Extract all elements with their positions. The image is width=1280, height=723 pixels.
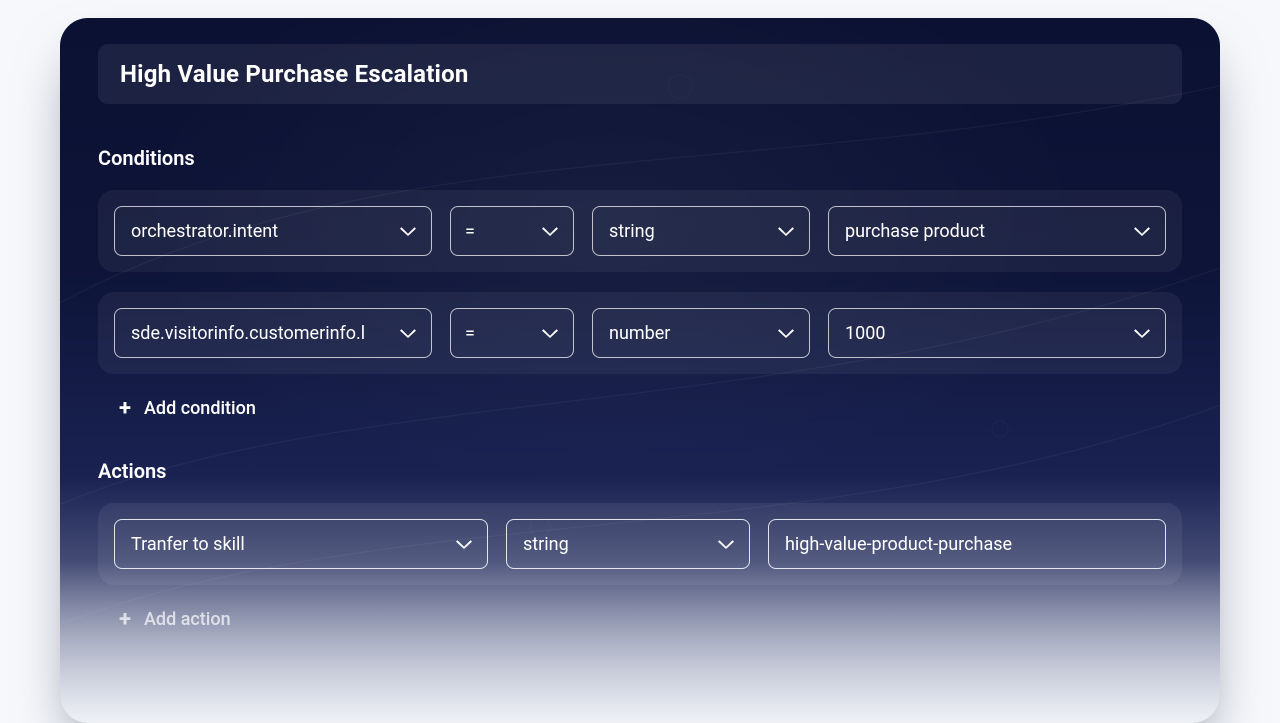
- condition-value-text: 1000: [845, 323, 1123, 344]
- chevron-down-icon: [541, 225, 559, 237]
- condition-value-select[interactable]: purchase product: [828, 206, 1166, 256]
- action-type-value: Tranfer to skill: [131, 534, 445, 555]
- condition-operator-select[interactable]: =: [450, 308, 574, 358]
- chevron-down-icon: [777, 225, 795, 237]
- condition-row: orchestrator.intent = string purchase pr…: [98, 190, 1182, 272]
- condition-value-text: purchase product: [845, 221, 1123, 242]
- add-condition-label: Add condition: [144, 398, 256, 419]
- condition-attribute-select[interactable]: sde.visitorinfo.customerinfo.l: [114, 308, 432, 358]
- condition-attribute-value: orchestrator.intent: [131, 221, 389, 242]
- chevron-down-icon: [541, 327, 559, 339]
- condition-type-value: string: [609, 221, 767, 242]
- rule-title-bar[interactable]: High Value Purchase Escalation: [98, 44, 1182, 104]
- chevron-down-icon: [1133, 225, 1151, 237]
- condition-operator-select[interactable]: =: [450, 206, 574, 256]
- chevron-down-icon: [455, 538, 473, 550]
- action-value-type: string: [523, 534, 707, 555]
- condition-attribute-value: sde.visitorinfo.customerinfo.l: [131, 323, 389, 344]
- add-action-label: Add action: [144, 609, 231, 630]
- action-type-select[interactable]: Tranfer to skill: [114, 519, 488, 569]
- condition-type-select[interactable]: string: [592, 206, 810, 256]
- plus-icon: +: [116, 400, 134, 418]
- condition-row: sde.visitorinfo.customerinfo.l = number …: [98, 292, 1182, 374]
- condition-operator-value: =: [465, 323, 531, 344]
- add-action-button[interactable]: + Add action: [98, 605, 1182, 630]
- actions-section-label: Actions: [98, 459, 1182, 483]
- condition-type-value: number: [609, 323, 767, 344]
- chevron-down-icon: [777, 327, 795, 339]
- condition-value-select[interactable]: 1000: [828, 308, 1166, 358]
- chevron-down-icon: [399, 225, 417, 237]
- condition-operator-value: =: [465, 221, 531, 242]
- action-value-type-select[interactable]: string: [506, 519, 750, 569]
- conditions-section-label: Conditions: [98, 146, 1182, 170]
- chevron-down-icon: [1133, 327, 1151, 339]
- plus-icon: +: [116, 611, 134, 629]
- action-value-text: high-value-product-purchase: [785, 534, 1149, 555]
- add-condition-button[interactable]: + Add condition: [98, 394, 1182, 419]
- rule-title: High Value Purchase Escalation: [120, 60, 1160, 88]
- rule-editor-panel: High Value Purchase Escalation Condition…: [60, 18, 1220, 723]
- condition-type-select[interactable]: number: [592, 308, 810, 358]
- chevron-down-icon: [399, 327, 417, 339]
- chevron-down-icon: [717, 538, 735, 550]
- actions-section: Actions Tranfer to skill string high-val…: [98, 459, 1182, 630]
- condition-attribute-select[interactable]: orchestrator.intent: [114, 206, 432, 256]
- action-row: Tranfer to skill string high-value-produ…: [98, 503, 1182, 585]
- action-value-input[interactable]: high-value-product-purchase: [768, 519, 1166, 569]
